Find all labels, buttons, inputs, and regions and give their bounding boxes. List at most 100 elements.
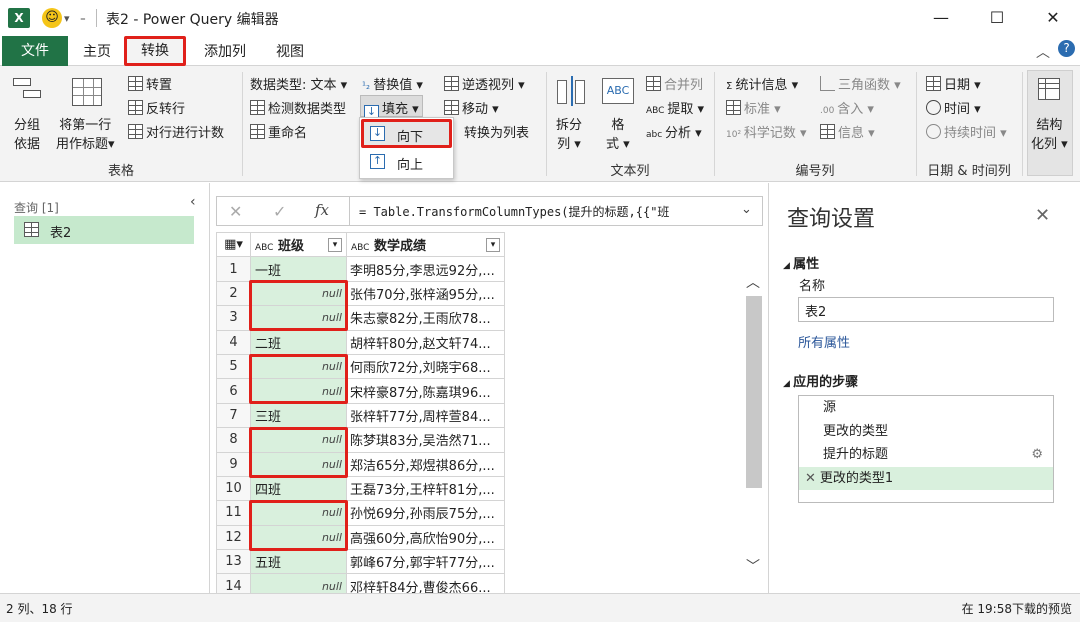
dropdown-arrow-icon[interactable]: ▾ — [64, 12, 70, 25]
applied-step-item[interactable]: 更改的类型 — [799, 420, 1053, 444]
format-button[interactable]: 格式 ▾ — [606, 114, 630, 152]
confirm-icon[interactable]: ✓ — [273, 202, 286, 221]
collapse-pane-icon[interactable]: ‹ — [190, 194, 196, 210]
tab-file[interactable]: 文件 — [2, 36, 68, 66]
tab-transform[interactable]: 转换 — [124, 36, 186, 66]
filter-dropdown-icon[interactable]: ▾ — [486, 238, 500, 253]
delete-step-icon[interactable]: ✕ — [805, 471, 816, 486]
cell-score[interactable]: 孙悦69分,孙雨辰75分,... — [346, 500, 505, 526]
cell-score[interactable]: 高强60分,高欣怡90分,... — [346, 524, 505, 551]
column-header-class[interactable]: ABC 班级 ▾ — [250, 232, 347, 258]
customize-toolbar-icon[interactable]: ₌ — [80, 11, 86, 24]
fill-dropdown-button[interactable]: ↓ 填充 ▾ — [360, 95, 423, 120]
split-column-button[interactable]: 拆分列 ▾ — [556, 114, 582, 152]
cell-score[interactable]: 胡梓轩80分,赵文轩74... — [346, 329, 505, 355]
applied-step-item[interactable]: 提升的标题 ⚙ — [799, 443, 1053, 467]
use-first-row-as-headers-button[interactable]: 将第一行 用作标题▾ — [56, 114, 115, 152]
cell-score[interactable]: 郑洁65分,郑煜祺86分,... — [346, 451, 505, 477]
rename-button[interactable]: 重命名 — [250, 122, 307, 141]
count-rows-button[interactable]: 对行进行计数 — [128, 122, 224, 141]
scrollbar-thumb[interactable] — [746, 296, 762, 488]
cell-class[interactable]: null — [250, 573, 347, 593]
applied-step-item[interactable]: ✕ 更改的类型1 — [799, 466, 1053, 490]
row-number[interactable]: 7 — [216, 402, 251, 429]
row-number[interactable]: 5 — [216, 353, 251, 380]
row-number[interactable]: 1 — [216, 256, 251, 282]
reverse-rows-button[interactable]: 反转行 — [128, 98, 185, 117]
cell-score[interactable]: 李明85分,李思远92分,... — [346, 256, 505, 282]
tab-view[interactable]: 视图 — [270, 39, 310, 65]
statistics-button[interactable]: Σ 统计信息 ▾ — [726, 74, 798, 93]
data-type-dropdown[interactable]: 数据类型: 文本 ▾ — [250, 74, 347, 93]
row-number[interactable]: 13 — [216, 549, 251, 575]
row-number[interactable]: 14 — [216, 573, 251, 593]
cancel-icon[interactable]: ✕ — [229, 202, 242, 221]
transpose-button[interactable]: 转置 — [128, 74, 172, 93]
maximize-button[interactable]: ☐ — [974, 4, 1020, 32]
extract-button[interactable]: ABC 提取 ▾ — [646, 98, 704, 117]
move-button[interactable]: 移动 ▾ — [444, 98, 499, 117]
close-settings-icon[interactable]: ✕ — [1035, 205, 1050, 226]
row-number[interactable]: 3 — [216, 305, 251, 331]
column-header-score[interactable]: ABC 数学成绩 ▾ — [346, 232, 505, 258]
table-row[interactable]: 13 五班 郭峰67分,郭宇轩77分,... — [216, 549, 505, 575]
row-number[interactable]: 10 — [216, 475, 251, 502]
cell-score[interactable]: 张梓轩77分,周梓萱84... — [346, 402, 505, 429]
unpivot-columns-button[interactable]: 逆透视列 ▾ — [444, 74, 525, 93]
fx-icon[interactable]: fx — [315, 201, 329, 219]
formula-input[interactable]: = Table.TransformColumnTypes(提升的标题,{{"班 — [359, 203, 729, 220]
fill-down-menu-item[interactable]: ↓ 向下 — [361, 119, 452, 148]
table-row[interactable]: 14 null 邓梓轩84分,曹俊杰66... — [216, 573, 505, 593]
trigonometry-button[interactable]: 三角函数 ▾ — [820, 74, 901, 93]
detect-data-type-button[interactable]: 检测数据类型 — [250, 98, 346, 117]
cell-class[interactable]: 四班 — [250, 475, 347, 502]
tab-home[interactable]: 主页 — [78, 39, 116, 65]
cell-score[interactable]: 朱志豪82分,王雨欣78... — [346, 305, 505, 331]
row-number[interactable]: 9 — [216, 451, 251, 477]
applied-steps-header[interactable]: ◢ 应用的步骤 — [783, 371, 858, 390]
scroll-up-icon[interactable]: ︿ — [746, 272, 760, 292]
collapse-ribbon-icon[interactable]: ︿ — [1036, 42, 1050, 62]
query-item[interactable]: 表2 — [14, 216, 194, 244]
cell-class[interactable]: 三班 — [250, 402, 347, 429]
convert-to-list-button[interactable]: 转换为列表 — [464, 122, 529, 141]
row-number[interactable]: 11 — [216, 500, 251, 526]
row-number[interactable]: 6 — [216, 378, 251, 404]
time-button[interactable]: 时间 ▾ — [926, 98, 981, 117]
table-row[interactable]: 10 四班 王磊73分,王梓轩81分,... — [216, 475, 505, 502]
date-button[interactable]: 日期 ▾ — [926, 74, 981, 93]
table-row[interactable]: 1 一班 李明85分,李思远92分,... — [216, 256, 505, 282]
structured-column-button[interactable]: 结构 化列 ▾ — [1031, 114, 1068, 152]
row-number[interactable]: 8 — [216, 427, 251, 453]
table-row[interactable]: 4 二班 胡梓轩80分,赵文轩74... — [216, 329, 505, 355]
merge-columns-button[interactable]: 合并列 — [646, 74, 703, 93]
gear-icon[interactable]: ⚙ — [1031, 443, 1043, 466]
properties-header[interactable]: ◢ 属性 — [783, 253, 819, 272]
close-button[interactable]: ✕ — [1030, 4, 1076, 32]
group-by-button[interactable]: 分组 依据 — [14, 114, 40, 152]
filter-dropdown-icon[interactable]: ▾ — [328, 238, 342, 253]
duration-button[interactable]: 持续时间 ▾ — [926, 122, 1007, 141]
cell-score[interactable]: 张伟70分,张梓涵95分,... — [346, 280, 505, 307]
cell-score[interactable]: 郭峰67分,郭宇轩77分,... — [346, 549, 505, 575]
rounding-button[interactable]: .00 含入 ▾ — [820, 98, 874, 117]
cell-class[interactable]: 五班 — [250, 549, 347, 575]
cell-score[interactable]: 邓梓轩84分,曹俊杰66... — [346, 573, 505, 593]
information-button[interactable]: 信息 ▾ — [820, 122, 875, 141]
expand-formula-icon[interactable]: ⌄ — [741, 202, 752, 217]
minimize-button[interactable]: — — [918, 4, 964, 32]
row-number[interactable]: 2 — [216, 280, 251, 307]
cell-score[interactable]: 何雨欣72分,刘晓宇68... — [346, 353, 505, 380]
fill-up-menu-item[interactable]: ↑ 向上 — [361, 150, 452, 177]
cell-class[interactable]: 一班 — [250, 256, 347, 282]
query-name-input[interactable]: 表2 — [798, 297, 1054, 322]
row-number[interactable]: 4 — [216, 329, 251, 355]
standard-button[interactable]: 标准 ▾ — [726, 98, 781, 117]
tab-add-column[interactable]: 添加列 — [196, 39, 254, 65]
parse-button[interactable]: abc 分析 ▾ — [646, 122, 702, 141]
cell-class[interactable]: 二班 — [250, 329, 347, 355]
cell-score[interactable]: 王磊73分,王梓轩81分,... — [346, 475, 505, 502]
table-menu-icon[interactable]: ▦▾ — [216, 232, 251, 258]
smiley-feedback-icon[interactable]: ☺ — [42, 8, 62, 28]
all-properties-link[interactable]: 所有属性 — [798, 332, 850, 351]
